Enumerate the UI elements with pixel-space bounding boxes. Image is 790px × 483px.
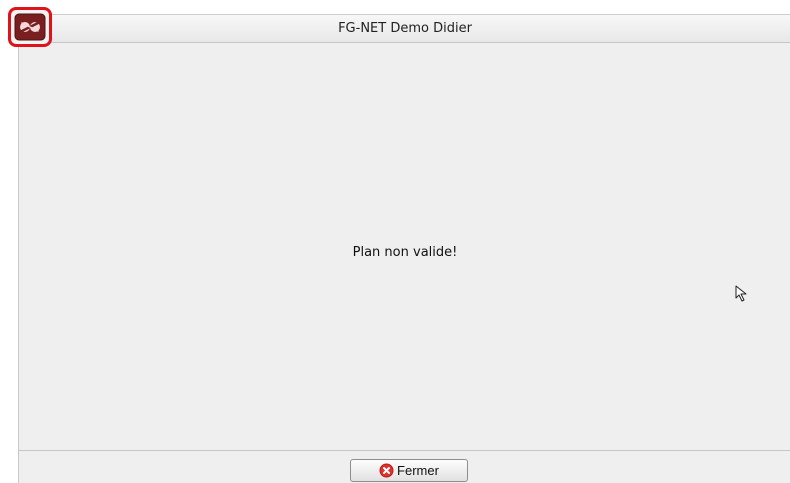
close-button-label: Fermer [397, 463, 439, 478]
mouse-pointer-icon [735, 285, 747, 302]
app-logo-icon[interactable] [14, 13, 46, 41]
close-button[interactable]: Fermer [350, 459, 468, 482]
dialog-window: FG-NET Demo Didier Plan non valide! Ferm… [18, 14, 790, 483]
dialog-footer: Fermer [19, 450, 790, 483]
title-bar[interactable]: FG-NET Demo Didier [19, 14, 790, 43]
error-message: Plan non valide! [352, 245, 458, 260]
dialog-content: Plan non valide! [19, 43, 790, 450]
window-title: FG-NET Demo Didier [338, 21, 472, 36]
close-icon [379, 463, 394, 478]
